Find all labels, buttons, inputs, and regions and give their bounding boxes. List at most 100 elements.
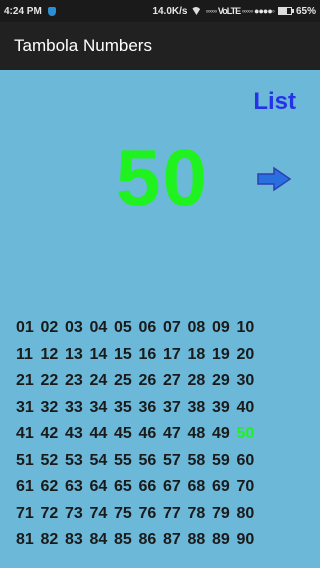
number-cell: 17	[163, 345, 181, 363]
number-cell: 15	[114, 345, 132, 363]
number-cell: 24	[89, 372, 108, 390]
number-cell: 44	[89, 425, 108, 443]
number-cell: 46	[138, 425, 157, 443]
app-bar: Tambola Numbers	[0, 22, 320, 70]
number-cell: 65	[114, 478, 132, 496]
list-link[interactable]: List	[253, 88, 296, 116]
number-cell: 90	[236, 531, 255, 549]
number-row: 11 12 13 14 15 16 17 18 19 20	[16, 342, 266, 369]
number-cell: 34	[89, 398, 108, 416]
number-cell: 80	[236, 504, 255, 522]
number-cell: 84	[89, 531, 108, 549]
number-cell-called: 50	[236, 425, 255, 443]
number-cell: 86	[138, 531, 157, 549]
number-row: 81 82 83 84 85 86 87 88 89 90	[16, 527, 266, 554]
number-cell: 20	[236, 345, 255, 363]
number-cell: 77	[163, 504, 181, 522]
number-cell: 29	[212, 372, 230, 390]
number-cell: 13	[65, 345, 83, 363]
number-cell: 01	[16, 319, 34, 337]
number-cell: 89	[212, 531, 230, 549]
number-cell: 16	[138, 345, 157, 363]
number-cell: 61	[16, 478, 34, 496]
number-cell: 30	[236, 372, 255, 390]
status-bar: 4:24 PM 14.0K/s ◦◦◦◦◦ VoLTE ◦◦◦◦◦ ●●●●◦ …	[0, 0, 320, 22]
number-cell: 48	[187, 425, 206, 443]
number-cell: 83	[65, 531, 83, 549]
number-cell: 28	[187, 372, 206, 390]
number-cell: 88	[187, 531, 206, 549]
number-cell: 76	[138, 504, 157, 522]
number-cell: 81	[16, 531, 34, 549]
number-cell: 08	[187, 319, 206, 337]
number-cell: 73	[65, 504, 83, 522]
number-cell: 85	[114, 531, 132, 549]
number-cell: 10	[236, 319, 255, 337]
number-cell: 60	[236, 451, 255, 469]
battery-percent: 65%	[295, 5, 316, 17]
number-cell: 39	[212, 398, 230, 416]
number-cell: 26	[138, 372, 157, 390]
number-cell: 09	[212, 319, 230, 337]
number-cell: 11	[16, 345, 33, 363]
network-speed: 14.0K/s	[152, 5, 188, 17]
number-cell: 52	[40, 451, 59, 469]
number-cell: 07	[163, 319, 181, 337]
number-cell: 19	[212, 345, 230, 363]
number-cell: 63	[65, 478, 83, 496]
number-cell: 69	[212, 478, 230, 496]
number-cell: 33	[65, 398, 83, 416]
number-cell: 41	[16, 425, 34, 443]
number-cell: 47	[163, 425, 181, 443]
status-right: 14.0K/s ◦◦◦◦◦ VoLTE ◦◦◦◦◦ ●●●●◦ 65%	[152, 6, 316, 17]
signal-text: ◦◦◦◦◦ VoLTE ◦◦◦◦◦ ●●●●◦	[205, 6, 275, 16]
number-cell: 74	[89, 504, 108, 522]
current-number: 50	[116, 133, 209, 222]
number-cell: 03	[65, 319, 83, 337]
number-cell: 35	[114, 398, 132, 416]
number-cell: 14	[89, 345, 108, 363]
number-cell: 31	[16, 398, 34, 416]
number-cell: 25	[114, 372, 132, 390]
number-cell: 58	[187, 451, 206, 469]
number-cell: 04	[89, 319, 108, 337]
number-cell: 32	[40, 398, 59, 416]
number-cell: 71	[16, 504, 34, 522]
number-cell: 38	[187, 398, 206, 416]
number-row: 01 02 03 04 05 06 07 08 09 10	[16, 315, 266, 342]
number-row: 71 72 73 74 75 76 77 78 79 80	[16, 501, 266, 528]
number-cell: 21	[16, 372, 34, 390]
number-cell: 23	[65, 372, 83, 390]
number-cell: 06	[138, 319, 157, 337]
number-cell: 53	[65, 451, 83, 469]
number-cell: 43	[65, 425, 83, 443]
wifi-icon	[191, 7, 202, 15]
number-cell: 42	[40, 425, 59, 443]
number-cell: 37	[163, 398, 181, 416]
number-cell: 87	[163, 531, 181, 549]
number-cell: 54	[89, 451, 108, 469]
number-cell: 59	[212, 451, 230, 469]
number-row: 31 32 33 34 35 36 37 38 39 40	[16, 395, 266, 422]
battery-icon	[277, 7, 294, 15]
number-cell: 51	[16, 451, 34, 469]
next-number-button[interactable]	[256, 166, 292, 192]
number-row: 51 52 53 54 55 56 57 58 59 60	[16, 448, 266, 475]
number-cell: 05	[114, 319, 132, 337]
number-row: 41 42 43 44 45 46 47 48 49 50	[16, 421, 266, 448]
app-title: Tambola Numbers	[14, 36, 152, 55]
status-left: 4:24 PM	[4, 6, 56, 17]
number-cell: 72	[40, 504, 59, 522]
number-cell: 79	[212, 504, 230, 522]
number-row: 61 62 63 64 65 66 67 68 69 70	[16, 474, 266, 501]
number-cell: 82	[40, 531, 59, 549]
number-cell: 70	[236, 478, 255, 496]
right-arrow-icon	[257, 166, 292, 192]
number-cell: 49	[212, 425, 230, 443]
number-cell: 67	[163, 478, 181, 496]
number-cell: 68	[187, 478, 206, 496]
status-time: 4:24 PM	[4, 5, 42, 17]
number-cell: 27	[163, 372, 181, 390]
number-cell: 56	[138, 451, 157, 469]
number-cell: 66	[138, 478, 157, 496]
